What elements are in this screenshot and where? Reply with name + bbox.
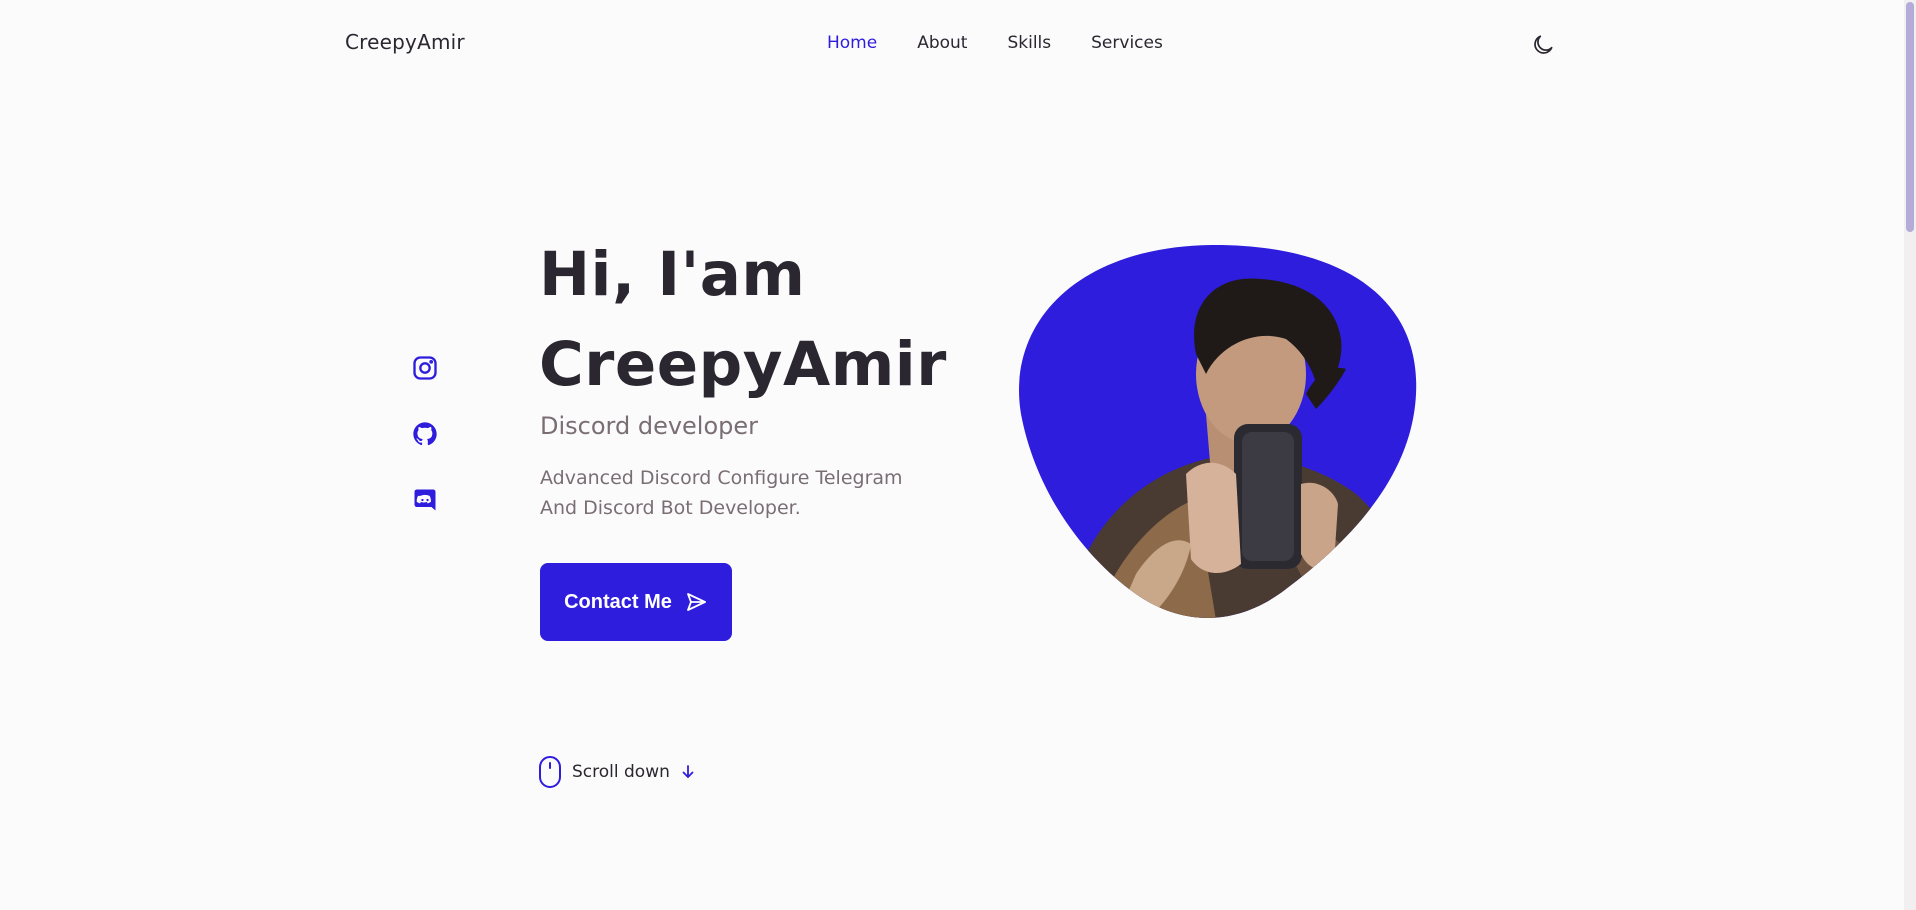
contact-me-button[interactable]: Contact Me: [540, 563, 732, 641]
hero-greeting: Hi, I'am: [539, 239, 806, 310]
scroll-down-link[interactable]: Scroll down: [538, 755, 696, 789]
contact-me-label: Contact Me: [564, 590, 672, 613]
discord-icon: [414, 489, 436, 511]
hero-name: CreepyAmir: [539, 329, 947, 400]
github-icon: [413, 422, 437, 446]
nav-home-link[interactable]: Home: [827, 33, 877, 53]
arrow-down-icon: [682, 765, 694, 778]
hero-description-line-2: And Discord Bot Developer.: [540, 497, 801, 519]
send-icon: [686, 593, 706, 611]
header: CreepyAmir Home About Skills Services: [0, 0, 1900, 90]
page-scrollbar[interactable]: [1904, 0, 1916, 910]
nav-about-link[interactable]: About: [917, 33, 967, 53]
instagram-icon: [413, 356, 437, 380]
scrollbar-thumb[interactable]: [1906, 2, 1914, 232]
social-links: [411, 354, 439, 514]
moon-icon: [1534, 35, 1553, 54]
github-link[interactable]: [411, 420, 439, 448]
nav-skills-link[interactable]: Skills: [1007, 33, 1051, 53]
hero-description-line-1: Advanced Discord Configure Telegram: [540, 467, 903, 489]
hero-description: Advanced Discord Configure Telegram And …: [540, 463, 960, 523]
theme-toggle-button[interactable]: [1530, 32, 1556, 58]
profile-image-blob: [1016, 244, 1418, 620]
mouse-icon: [539, 756, 561, 788]
profile-photo: [1019, 244, 1417, 618]
nav-services-link[interactable]: Services: [1091, 33, 1163, 53]
site-logo[interactable]: CreepyAmir: [345, 30, 465, 54]
instagram-link[interactable]: [411, 354, 439, 382]
hero-title: Hi, I'am CreepyAmir: [539, 230, 947, 410]
scroll-down-label: Scroll down: [572, 762, 670, 782]
hero-subtitle: Discord developer: [540, 412, 759, 440]
discord-link[interactable]: [411, 486, 439, 514]
main-nav: Home About Skills Services: [827, 33, 1163, 53]
